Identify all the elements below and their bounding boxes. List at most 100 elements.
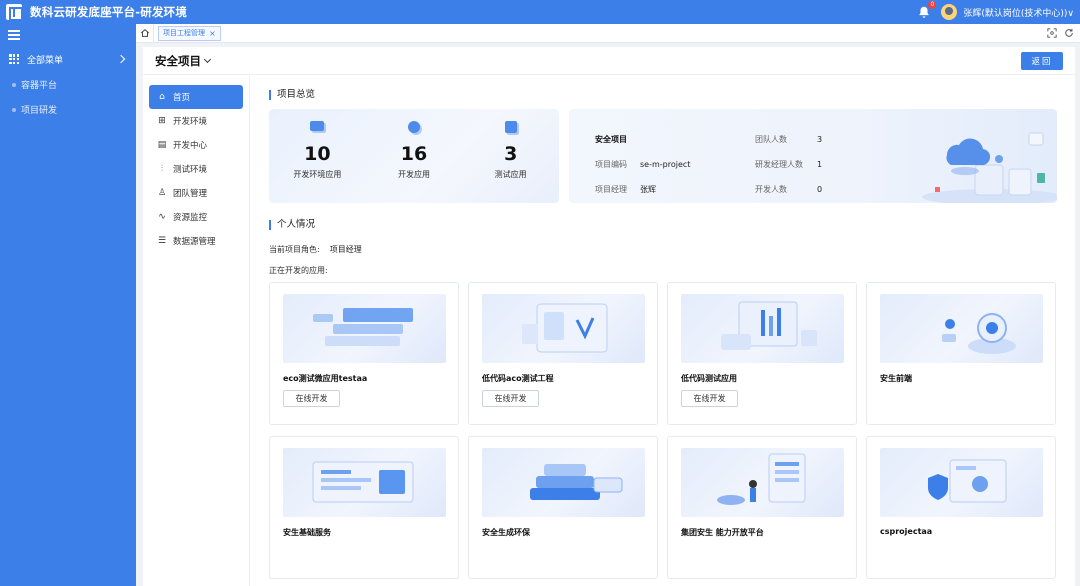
user-menu[interactable]: 张辉(默认岗位(技术中心))∨ (963, 6, 1074, 19)
close-icon[interactable]: × (209, 29, 216, 38)
notification-badge: 0 (928, 1, 937, 9)
subnav-item-test-env[interactable]: ⫶ 测试环境 (149, 157, 243, 181)
project-title: 安全项目 (155, 53, 201, 68)
project-info-card: 安全项目 项目编码 se-m-project 项目经理 张辉 团队人数 3 研发经理人… (569, 109, 1057, 203)
chevron-down-icon (203, 55, 212, 63)
top-header: 数科云研发底座平台-研发环境 0 张辉(默认岗位(技术中心))∨ (0, 0, 1080, 24)
all-menu-button[interactable]: 全部菜单 (0, 46, 136, 72)
app-card[interactable]: eco测试微应用testaa 在线开发 (269, 282, 459, 425)
sidebar-item-container-platform[interactable]: 容器平台 (0, 72, 136, 97)
menu-toggle-icon[interactable] (0, 24, 136, 46)
online-dev-button[interactable]: 在线开发 (681, 390, 738, 407)
tab-project-management[interactable]: 项目工程管理 × (158, 25, 221, 41)
app-card-name: 低代码aco测试工程 (482, 374, 554, 383)
overview-section: 10 开发环境应用 16 开发应用 3 测试应用 安全项目 项目编码 se-m-p (269, 109, 1059, 203)
info-code-value: se-m-project (640, 160, 691, 169)
subnav-label: 开发中心 (173, 141, 208, 151)
info-rd-manager-value: 1 (817, 160, 823, 169)
back-button[interactable]: 返回 (1021, 51, 1063, 70)
online-dev-button[interactable]: 在线开发 (482, 390, 539, 407)
app-card[interactable]: 低代码测试应用 在线开发 (667, 282, 857, 425)
subnav-label: 测试环境 (173, 165, 208, 175)
apps-icon: ⊞ (158, 116, 166, 126)
subnav-item-home[interactable]: ⌂ 首页 (149, 85, 243, 109)
sliders-icon: ⫶ (160, 164, 164, 174)
stat-value: 16 (400, 143, 428, 165)
sidebar-item-label: 容器平台 (21, 81, 58, 91)
subnav-item-team[interactable]: ♙ 团队管理 (149, 181, 243, 205)
app-icon (408, 121, 420, 133)
stat-label: 开发环境应用 (293, 170, 342, 179)
avatar[interactable] (941, 4, 958, 20)
app-card[interactable]: 安生前端 (866, 282, 1056, 425)
app-card[interactable]: 安全生成环保 (468, 436, 658, 579)
stat-test-apps[interactable]: 3 测试应用 (462, 109, 559, 203)
main-panel: 安全项目 返回 ⌂ 首页 ⊞ 开发环境 ▤ 开发中心 ⫶ 测试环境 ♙ 团队管理… (143, 47, 1075, 586)
fullscreen-icon[interactable] (1045, 26, 1059, 40)
app-card-name: 安生前端 (880, 374, 912, 383)
app-card-grid: eco测试微应用testaa 在线开发 低代码aco测试工程 在线开发 低代码测… (269, 282, 1059, 579)
project-info-left: 安全项目 项目编码 se-m-project 项目经理 张辉 (595, 127, 690, 202)
subnav-item-dev-center[interactable]: ▤ 开发中心 (149, 133, 243, 157)
app-card-image (681, 294, 844, 363)
home-content: 项目总览 10 开发环境应用 16 开发应用 3 测试应用 安全项目 项目编码 … (269, 76, 1059, 579)
refresh-icon[interactable] (1062, 26, 1076, 40)
chevron-right-icon (116, 54, 126, 64)
subnav-label: 开发环境 (173, 117, 208, 127)
calendar-icon: ▤ (157, 140, 167, 150)
app-card-image (880, 294, 1043, 363)
role-value: 项目经理 (329, 245, 362, 254)
tab-label: 项目工程管理 (163, 29, 205, 37)
app-card-name: 安生基础服务 (283, 528, 331, 537)
user-icon: ♙ (157, 188, 167, 198)
bullet-icon (12, 82, 16, 87)
personal-title: 个人情况 (269, 218, 1059, 232)
app-title: 数科云研发底座平台-研发环境 (30, 5, 188, 19)
project-subnav: ⌂ 首页 ⊞ 开发环境 ▤ 开发中心 ⫶ 测试环境 ♙ 团队管理 ∿ 资源监控 … (143, 76, 250, 586)
app-card-image (681, 448, 844, 517)
home-icon: ⌂ (159, 92, 165, 102)
cube-icon (504, 121, 517, 133)
subnav-label: 团队管理 (173, 189, 208, 199)
notification-bell-icon[interactable]: 0 (917, 1, 937, 19)
app-card-image (880, 448, 1043, 517)
app-card-image (283, 448, 446, 517)
subnav-label: 首页 (173, 93, 191, 103)
app-card-name: 集团安生 能力开放平台 (681, 528, 764, 537)
subnav-item-dev-env[interactable]: ⊞ 开发环境 (149, 109, 243, 133)
info-team-value: 3 (817, 135, 823, 144)
monitor-icon (310, 121, 325, 131)
subnav-item-monitor[interactable]: ∿ 资源监控 (149, 205, 243, 229)
app-card-image (482, 294, 645, 363)
info-dev-label: 开发人数 (755, 185, 787, 194)
database-icon: ☰ (157, 236, 167, 246)
app-card[interactable]: 集团安生 能力开放平台 (667, 436, 857, 579)
app-card-name: eco测试微应用testaa (283, 374, 368, 383)
stat-dev-apps[interactable]: 16 开发应用 (366, 109, 463, 203)
platform-logo-icon (6, 4, 23, 21)
app-card-name: 安全生成环保 (482, 528, 530, 537)
subnav-item-datasource[interactable]: ☰ 数据源管理 (149, 229, 243, 253)
project-selector[interactable]: 安全项目 (155, 53, 212, 69)
info-manager-value: 张辉 (640, 185, 656, 194)
sidebar-item-label: 项目研发 (21, 106, 58, 116)
info-team-label: 团队人数 (755, 135, 787, 144)
home-tab-icon[interactable] (136, 23, 154, 43)
grid-icon (9, 54, 20, 65)
header-right: 0 张辉(默认岗位(技术中心))∨ (917, 1, 1074, 20)
app-card[interactable]: 低代码aco测试工程 在线开发 (468, 282, 658, 425)
developing-label: 正在开发的应用: (269, 266, 328, 275)
info-code-label: 项目编码 (595, 160, 627, 169)
role-line: 当前项目角色: 项目经理 (269, 244, 1059, 256)
app-card-name: csprojectaa (880, 527, 933, 536)
app-card[interactable]: csprojectaa (866, 436, 1056, 579)
app-card[interactable]: 安生基础服务 (269, 436, 459, 579)
app-card-image (283, 294, 446, 363)
project-info-right: 团队人数 3 研发经理人数 1 开发人数 0 (755, 127, 822, 202)
stat-dev-env-apps[interactable]: 10 开发环境应用 (269, 109, 366, 203)
online-dev-button[interactable]: 在线开发 (283, 390, 340, 407)
app-card-name: 低代码测试应用 (681, 374, 737, 383)
stat-value: 3 (504, 143, 518, 165)
sidebar-item-project-rd[interactable]: 项目研发 (0, 97, 136, 122)
info-rd-manager-label: 研发经理人数 (755, 160, 803, 169)
